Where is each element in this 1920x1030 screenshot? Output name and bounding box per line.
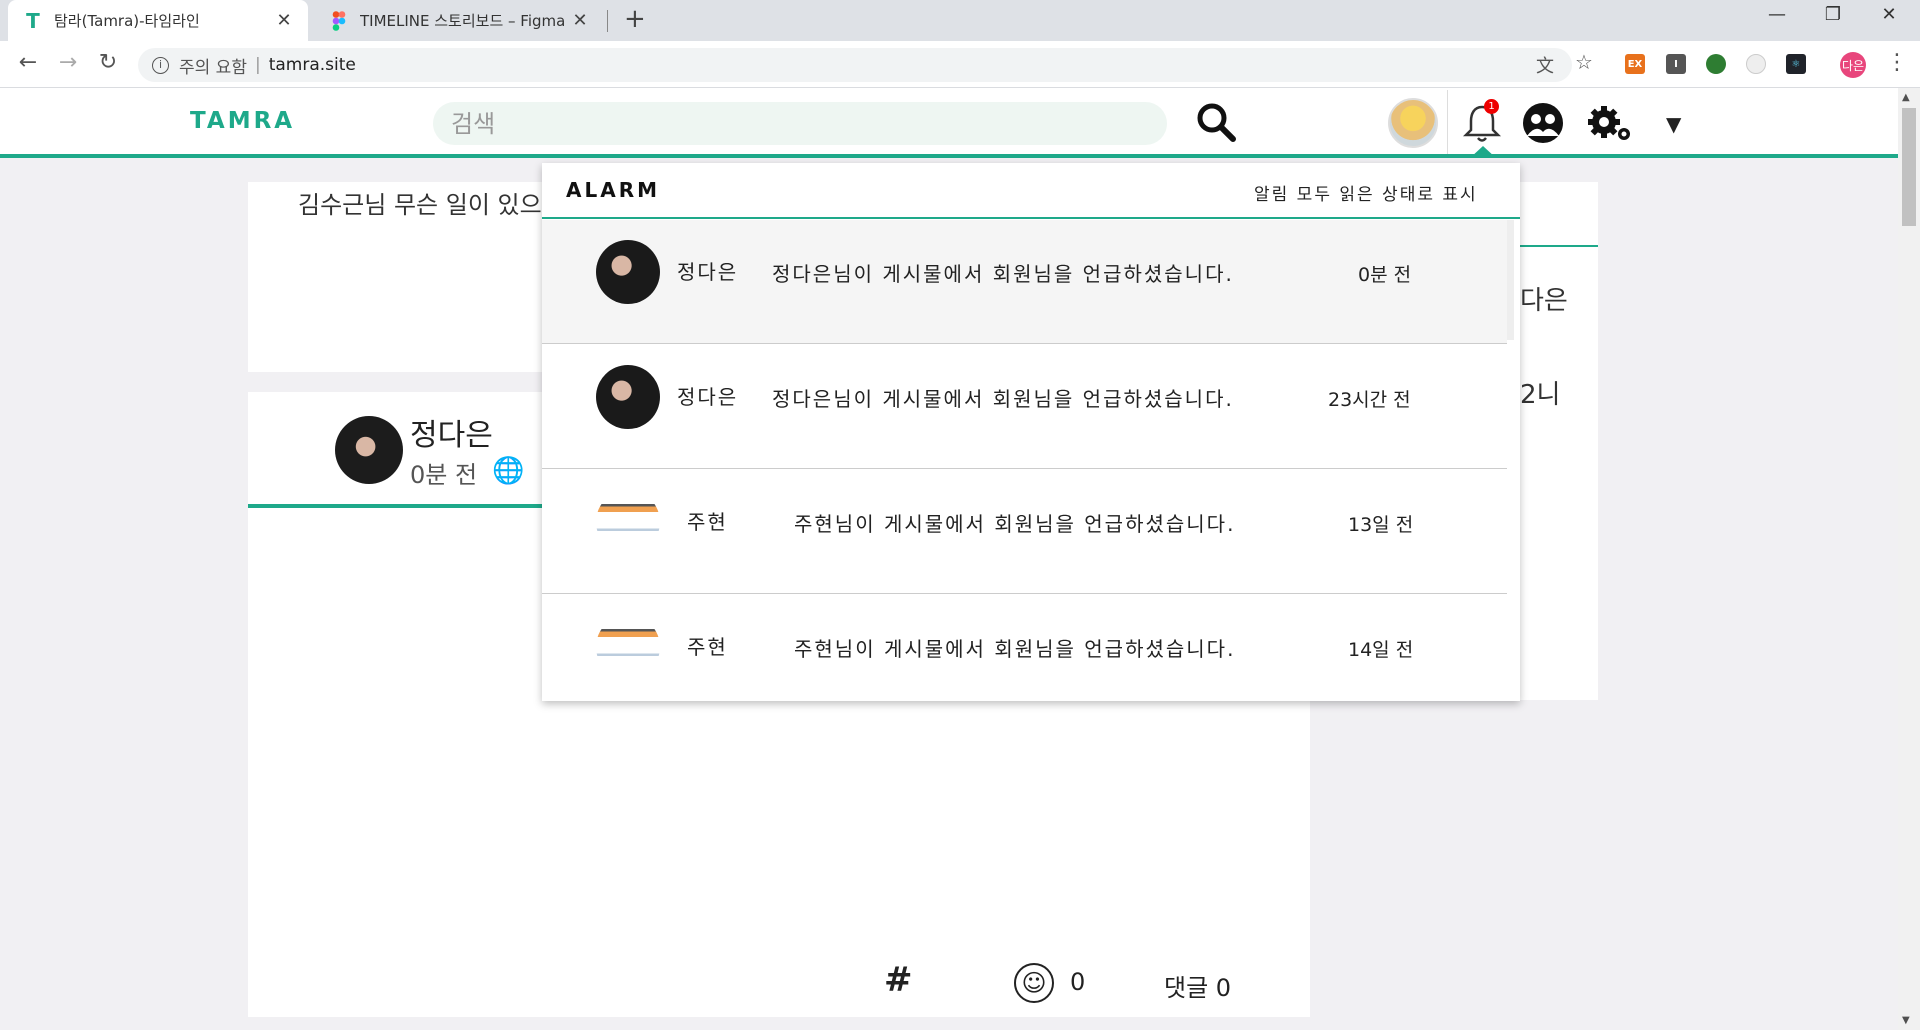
scrollbar-thumb[interactable] [1902,108,1916,226]
dropdown-pointer [1470,146,1496,158]
figma-icon [328,10,350,32]
close-window-icon[interactable]: ✕ [1864,4,1914,25]
alarm-sender: 정다은 [677,385,739,409]
side-card [1520,182,1598,700]
mark-all-read-button[interactable]: 알림 모두 읽은 상태로 표시 [1254,180,1478,205]
address-separator: | [254,55,261,75]
scroll-up-icon[interactable]: ▲ [1902,92,1910,103]
side-divider [1520,245,1598,247]
alarm-sender: 주현 [687,510,728,534]
like-count: 0 [1070,968,1086,996]
alarm-message: 주현님이 게시물에서 회원님을 언급하셨습니다. [794,637,1236,661]
circle-extension-icon[interactable] [1746,54,1766,74]
minimize-icon[interactable]: — [1752,4,1802,25]
tab-title: 탐라(Tamra)-타임라인 [54,12,200,30]
back-icon[interactable]: ← [14,50,42,75]
profile-avatar[interactable]: 다은 [1840,52,1866,78]
user-avatar[interactable] [1388,98,1438,148]
menu-kebab-icon[interactable]: ⋮ [1886,50,1908,75]
address-bar[interactable]: i 주의 요함 | tamra.site [138,48,1572,82]
alarm-scrollbar[interactable] [1507,220,1514,340]
hashtag-icon[interactable]: # [884,960,913,1000]
react-devtools-icon[interactable]: ⚛ [1786,54,1806,74]
comment-count[interactable]: 댓글 0 [1164,968,1231,1003]
chevron-down-icon[interactable]: ▼ [1666,112,1681,136]
alarm-message: 정다은님이 게시물에서 회원님을 언급하셨습니다. [772,262,1234,286]
security-label: 주의 요함 [179,57,247,78]
tab-tamra[interactable]: T 탐라(Tamra)-타임라인 ✕ [8,0,308,41]
tamra-favicon-icon: T [26,8,40,33]
close-tab-icon[interactable]: ✕ [570,10,590,31]
smile-icon[interactable]: ☺ [1014,963,1054,1003]
side-text: 2니 [1520,380,1561,410]
alarm-time: 0분 전 [1358,264,1412,286]
avatar [596,365,660,429]
avatar [596,490,660,554]
alarm-time: 13일 전 [1348,514,1414,536]
alarm-sender: 정다은 [677,260,739,284]
bookmark-star-icon[interactable]: ☆ [1575,50,1593,74]
globe-icon: 🌐 [492,456,525,486]
close-tab-icon[interactable]: ✕ [274,10,294,31]
tab-figma[interactable]: TIMELINE 스토리보드 – Figma ✕ [314,0,604,41]
settings-gear-icon[interactable] [1586,104,1634,148]
compose-prompt[interactable]: 김수근님 무슨 일이 있으 [298,185,542,220]
alarm-sender: 주현 [687,635,728,659]
alarm-time: 23시간 전 [1328,389,1411,411]
ex-extension-icon[interactable]: EX [1625,54,1645,74]
notification-badge: 1 [1484,99,1499,114]
page-scrollbar[interactable] [1898,88,1920,1030]
post-divider [248,504,542,508]
info-icon[interactable]: i [152,56,169,74]
restore-icon[interactable]: ❐ [1808,4,1858,25]
logo[interactable]: TAMRA [190,108,295,134]
alarm-divider [542,217,1520,219]
green-extension-icon[interactable] [1706,54,1726,74]
new-tab-icon[interactable]: + [624,4,646,34]
tab-title: TIMELINE 스토리보드 – Figma [360,12,566,30]
header-divider [1447,90,1448,154]
tab-divider [607,10,608,32]
side-text: 다은 [1520,286,1568,316]
alarm-message: 정다은님이 게시물에서 회원님을 언급하셨습니다. [772,387,1234,411]
post-time: 0분 전 [410,461,478,489]
alarm-title: ALARM [566,178,661,202]
url-text: tamra.site [268,55,356,75]
search-icon[interactable] [1195,101,1237,147]
alarm-time: 14일 전 [1348,639,1414,661]
avatar[interactable] [335,416,403,484]
scroll-down-icon[interactable]: ▼ [1902,1015,1910,1026]
search-input[interactable] [433,102,1167,145]
i-extension-icon[interactable]: I [1666,54,1686,74]
avatar [596,615,660,679]
translate-icon[interactable]: 文 [1536,52,1554,78]
reload-icon[interactable]: ↻ [94,50,122,75]
avatar [596,240,660,304]
friends-icon[interactable] [1522,102,1564,148]
forward-icon[interactable]: → [54,50,82,75]
post-author[interactable]: 정다은 [410,410,493,454]
alarm-message: 주현님이 게시물에서 회원님을 언급하셨습니다. [794,512,1236,536]
